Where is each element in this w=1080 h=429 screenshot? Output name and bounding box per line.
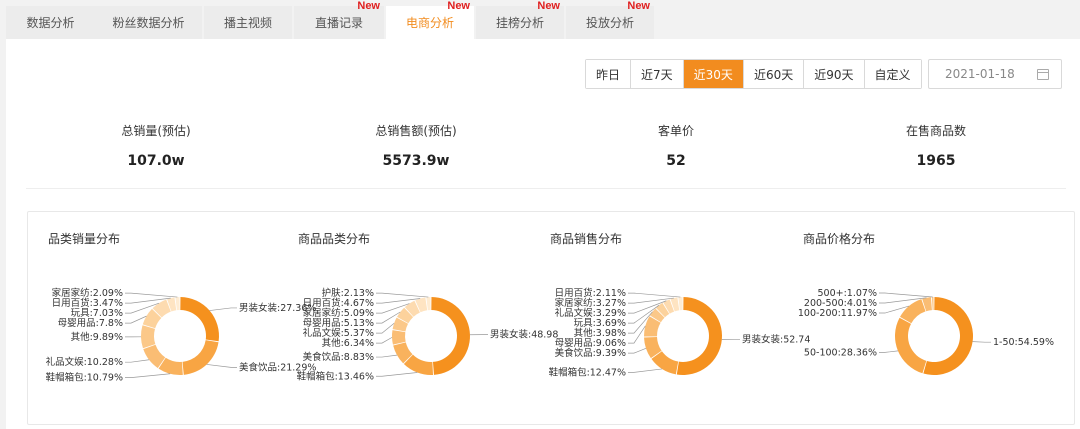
donut-slice[interactable] (426, 297, 431, 311)
tab-host-videos[interactable]: 播主视频 (204, 6, 292, 39)
stats-row: 总销量(预估) 107.0w 总销售额(预估) 5573.9w 客单价 52 在… (26, 109, 1066, 189)
tab-ecommerce-analysis[interactable]: 电商分析 New (386, 0, 474, 39)
slice-label: 母婴用品:7.8% (58, 318, 123, 329)
stat-avg-order-price: 客单价 52 (546, 109, 806, 169)
date-30days-button[interactable]: 近30天 (683, 60, 744, 88)
donut-chart: 1-50:54.59%500+:1.07%200-500:4.01%100-20… (798, 288, 1054, 375)
donut-chart: 男装女装:48.98护肤:2.13%日用百货:4.67%家居家纺:5.09%母婴… (297, 287, 559, 382)
donut-slice[interactable] (141, 325, 156, 349)
slice-label: 鞋帽箱包:12.47% (549, 366, 626, 378)
label-leader-line (209, 307, 237, 311)
label-leader-line (125, 292, 178, 298)
date-yesterday-button[interactable]: 昨日 (586, 60, 632, 88)
label-leader-line (628, 292, 681, 298)
stat-value: 107.0w (127, 153, 185, 169)
label-leader-line (206, 364, 237, 368)
date-picker-input[interactable]: 2021-01-18 (928, 59, 1062, 89)
label-leader-line (376, 292, 429, 298)
stat-label: 总销售额(预估) (375, 124, 457, 138)
slice-label: 礼品文娱:10.28% (46, 356, 123, 368)
donut-slice[interactable] (431, 297, 470, 375)
tab-ad-analysis[interactable]: 投放分析 New (566, 0, 654, 39)
donut-slice[interactable] (175, 297, 180, 311)
tab-label: 投放分析 (585, 16, 634, 30)
new-badge: New (627, 0, 650, 12)
calendar-icon (1037, 68, 1049, 80)
date-60days-button[interactable]: 近60天 (743, 60, 805, 88)
slice-label: 其他:9.89% (71, 331, 123, 343)
label-leader-line (628, 325, 646, 344)
donut-slice[interactable] (678, 297, 683, 311)
date-custom-button[interactable]: 自定义 (864, 60, 921, 88)
stat-value: 52 (666, 153, 686, 169)
label-leader-line (125, 315, 147, 324)
tab-label: 直播记录 (314, 16, 363, 30)
tab-label: 粉丝数据分析 (112, 16, 185, 30)
tab-label: 挂榜分析 (495, 16, 544, 30)
slice-label: 鞋帽箱包:10.79% (46, 372, 123, 384)
slice-label: 鞋帽箱包:13.46% (297, 370, 374, 382)
slice-label: 男装女装:48.98 (490, 329, 558, 341)
tab-label: 电商分析 (405, 16, 454, 30)
donut-chart: 男装女装:27.36%美食饮品:21.29%家居家纺:2.09%日用百货:3.4… (46, 287, 317, 384)
date-90days-button[interactable]: 近90天 (804, 60, 865, 88)
stat-products-on-sale: 在售商品数 1965 (806, 109, 1066, 169)
tab-label: 播主视频 (223, 16, 272, 30)
tab-data-analysis[interactable]: 数据分析 (6, 6, 95, 39)
tab-fan-analysis[interactable]: 粉丝数据分析 (95, 6, 202, 39)
stat-total-sales: 总销量(预估) 107.0w (26, 109, 286, 169)
stat-label: 在售商品数 (905, 124, 966, 138)
label-leader-line (376, 372, 418, 377)
slice-label: 1-50:54.59% (993, 337, 1054, 348)
tab-ranking-analysis[interactable]: 挂榜分析 New (476, 0, 564, 39)
slice-label: 男装女装:52.74 (742, 334, 810, 346)
label-leader-line (879, 350, 898, 353)
date-7days-button[interactable]: 近7天 (631, 60, 684, 88)
stat-value: 5573.9w (382, 153, 450, 169)
donut-chart: 男装女装:52.74日用百货:2.11%家居家纺:3.27%礼品文娱:3.29%… (549, 287, 811, 378)
label-leader-line (125, 373, 171, 378)
main-panel: 昨日 近7天 近30天 近60天 近90天 自定义 2021-01-18 总销量… (6, 39, 1080, 429)
donut-slice[interactable] (182, 340, 219, 375)
slice-label: 50-100:28.36% (804, 347, 877, 358)
label-leader-line (376, 337, 393, 344)
donut-slice[interactable] (894, 317, 927, 374)
slice-label: 美食饮品:8.83% (303, 351, 374, 363)
label-leader-line (376, 354, 398, 358)
slice-label: 美食饮品:9.39% (555, 347, 626, 359)
slice-label: 其他:6.34% (322, 337, 374, 349)
donut-charts: 男装女装:27.36%美食饮品:21.29%家居家纺:2.09%日用百货:3.4… (46, 287, 1054, 384)
donut-slice[interactable] (676, 297, 723, 375)
date-range-selector: 昨日 近7天 近30天 近60天 近90天 自定义 (585, 59, 922, 89)
date-value: 2021-01-18 (945, 67, 1015, 81)
tab-bar: 数据分析 粉丝数据分析 播主视频 直播记录 New 电商分析 New 挂榜分析 New… (0, 0, 1080, 39)
new-badge: New (447, 0, 470, 12)
donut-slice[interactable] (899, 299, 926, 324)
charts-panel: 品类销量分布 商品品类分布 商品销售分布 商品价格分布 男装女装:27.36% 美… (27, 211, 1075, 425)
label-leader-line (879, 292, 933, 298)
new-badge: New (537, 0, 560, 12)
donut-slice[interactable] (931, 297, 934, 311)
stat-total-revenue: 总销售额(预估) 5573.9w (286, 109, 546, 169)
label-leader-line (376, 322, 395, 334)
slice-label: 100-200:11.97% (798, 308, 877, 319)
stat-label: 客单价 (657, 124, 694, 138)
new-badge: New (357, 0, 380, 12)
tab-live-records[interactable]: 直播记录 New (294, 0, 384, 39)
donut-slice[interactable] (180, 297, 219, 342)
stat-value: 1965 (916, 153, 956, 169)
donut-slice[interactable] (392, 330, 406, 345)
label-leader-line (972, 341, 991, 343)
tab-label: 数据分析 (26, 16, 75, 30)
label-leader-line (628, 347, 647, 354)
stat-label: 总销量(预估) (121, 124, 191, 138)
label-leader-line (628, 368, 663, 373)
label-leader-line (125, 359, 150, 363)
